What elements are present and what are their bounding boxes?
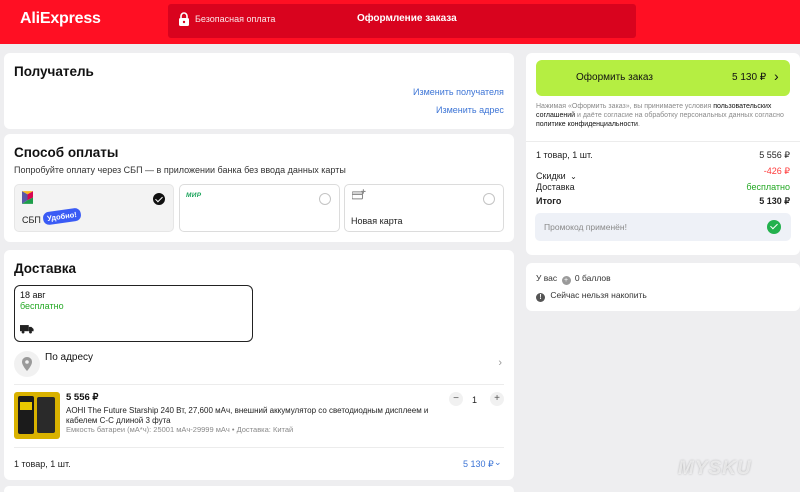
delivery-date-option[interactable]: 18 авг бесплатно: [14, 285, 253, 342]
points-balance-prefix: У вас: [536, 273, 558, 283]
sbp-radio[interactable]: [153, 193, 165, 205]
delivery-title: Доставка: [14, 261, 77, 276]
payment-option-new-card[interactable]: Новая карта: [344, 184, 504, 232]
divider: [526, 141, 800, 142]
payment-option-mir[interactable]: МИР: [179, 184, 340, 232]
next-section-card: [4, 486, 514, 492]
payment-option-sbp[interactable]: СБП Удобно!: [14, 184, 174, 232]
payment-title: Способ оплаты: [14, 145, 119, 160]
check-icon: [767, 220, 781, 234]
divider: [14, 447, 504, 448]
checkout-title: Оформление заказа: [357, 13, 457, 24]
delivery-value: бесплатно: [746, 182, 790, 192]
discounts-value: -426 ₽: [763, 166, 790, 176]
product-name[interactable]: AOHI The Future Starship 240 Вт, 27,600 …: [66, 406, 450, 426]
location-pin-icon: [14, 351, 40, 377]
product-meta: Емкость батареи (мА*ч): 25001 мАч-29999 …: [66, 425, 294, 434]
place-order-label: Оформить заказ: [576, 72, 653, 83]
quantity-increase-button[interactable]: +: [490, 392, 504, 406]
chevron-right-icon: ›: [498, 357, 502, 369]
chevron-down-icon: ⌄: [494, 457, 502, 467]
add-card-icon: [352, 189, 366, 200]
quantity-decrease-button[interactable]: −: [449, 392, 463, 406]
promo-status: Промокод применён!: [544, 222, 627, 232]
points-card: [526, 263, 800, 311]
legal-text: .: [637, 121, 640, 128]
secure-payment-label: Безопасная оплата: [195, 14, 276, 24]
legal-text: Нажимая «Оформить заказ», вы принимаете …: [536, 103, 714, 110]
items-count-label: 1 товар, 1 шт.: [536, 150, 593, 160]
place-order-button[interactable]: Оформить заказ 5 130 ₽ ›: [536, 60, 790, 96]
mir-logo-icon: МИР: [186, 192, 202, 199]
sbp-badge: Удобно!: [42, 207, 82, 226]
product-image[interactable]: [14, 392, 60, 439]
sbp-logo-icon: [22, 191, 33, 204]
place-order-total: 5 130 ₽: [732, 72, 767, 83]
points-accrual-text: Сейчас нельзя накопить: [550, 290, 647, 300]
new-card-radio[interactable]: [483, 193, 495, 205]
items-total-value: 5 556 ₽: [759, 150, 790, 160]
mysku-watermark: MYSKU: [678, 458, 752, 479]
delivery-date: 18 авг: [20, 290, 46, 300]
promo-code-field[interactable]: Промокод применён!: [535, 213, 791, 241]
grand-total-value: 5 130 ₽: [759, 196, 790, 206]
discounts-label: Скидки: [536, 171, 566, 181]
info-icon: !: [536, 293, 545, 302]
new-card-label: Новая карта: [351, 216, 403, 226]
points-balance: У вас + 0 баллов: [536, 273, 611, 285]
delivery-label: Доставка: [536, 182, 575, 192]
product-price: 5 556 ₽: [66, 392, 99, 403]
chevron-down-icon: ⌄: [570, 172, 577, 181]
privacy-policy-link[interactable]: политике конфиденциальности: [536, 121, 638, 128]
change-recipient-link[interactable]: Изменить получателя: [413, 87, 504, 97]
delivery-footer-count: 1 товар, 1 шт.: [14, 459, 71, 469]
discounts-toggle[interactable]: Скидки ⌄: [536, 166, 577, 181]
delivery-address-row[interactable]: По адресу ›: [14, 351, 504, 377]
legal-notice: Нажимая «Оформить заказ», вы принимаете …: [536, 102, 786, 129]
chevron-right-icon: ›: [774, 68, 779, 84]
divider: [14, 384, 504, 385]
legal-text: и даёте согласие на обработку персональн…: [575, 112, 784, 119]
delivery-footer-total[interactable]: 5 130 ₽: [463, 459, 494, 470]
truck-icon: [20, 325, 34, 334]
header: AliExpress Безопасная оплата Оформление …: [0, 0, 800, 44]
lock-icon: [179, 12, 189, 26]
grand-total-label: Итого: [536, 196, 562, 206]
sbp-label: СБП: [22, 215, 41, 225]
quantity-value: 1: [472, 395, 478, 405]
points-balance-value: 0 баллов: [574, 273, 611, 283]
delivery-price: бесплатно: [20, 301, 64, 311]
mir-radio[interactable]: [319, 193, 331, 205]
recipient-title: Получатель: [14, 64, 94, 79]
payment-hint: Попробуйте оплату через СБП — в приложен…: [14, 165, 346, 175]
points-coin-icon: +: [561, 276, 571, 285]
delivery-address-label: По адресу: [45, 352, 94, 363]
change-address-link[interactable]: Изменить адрес: [436, 105, 504, 115]
aliexpress-logo[interactable]: AliExpress: [20, 10, 101, 28]
points-accrual-info[interactable]: ! Сейчас нельзя накопить: [536, 290, 647, 302]
